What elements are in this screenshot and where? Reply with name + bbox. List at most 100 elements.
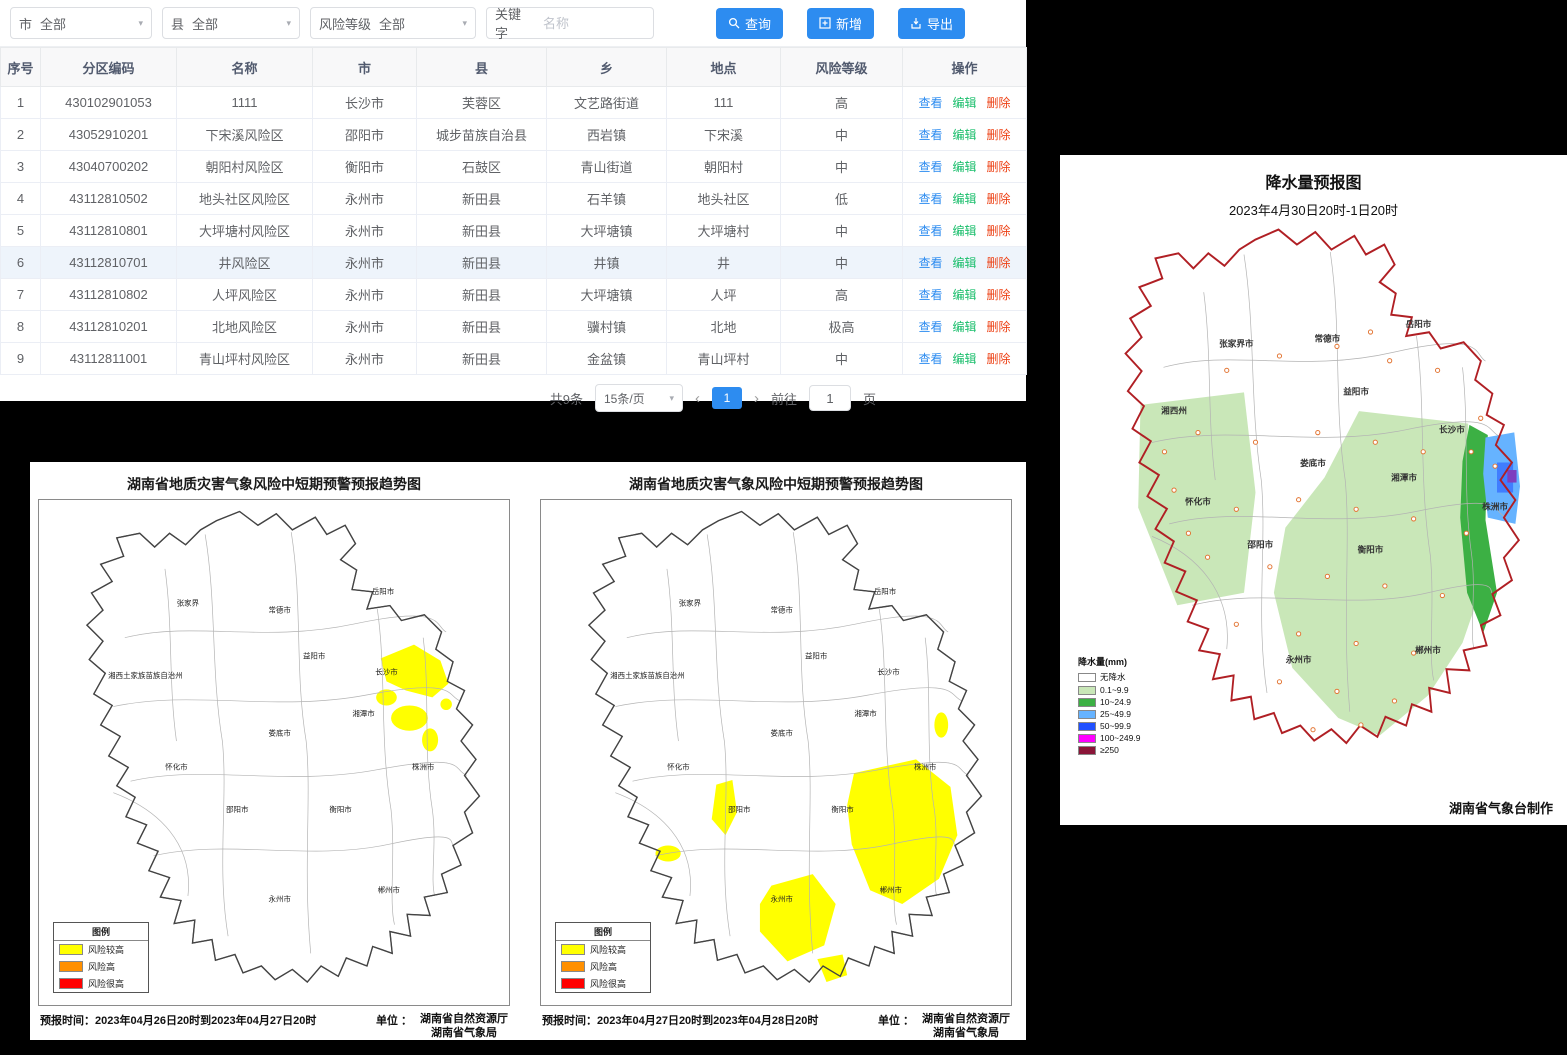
- current-page[interactable]: 1: [712, 387, 742, 409]
- risk-level-filter-select[interactable]: 风险等级 全部 ▾: [310, 7, 476, 39]
- action-edit[interactable]: 编辑: [952, 192, 976, 206]
- legend-label: 风险高: [88, 960, 115, 973]
- table-row: 943112811001青山坪村风险区永州市新田县金盆镇青山坪村中查看编辑删除: [1, 343, 1027, 375]
- add-button[interactable]: 新增: [807, 8, 874, 39]
- map-city-label: 娄底市: [1300, 457, 1326, 468]
- action-view[interactable]: 查看: [918, 352, 942, 366]
- map-city-label: 株洲市: [412, 762, 435, 772]
- table-cell: 西岩镇: [547, 119, 667, 151]
- trend-map-title: 湖南省地质灾害气象风险中短期预警预报趋势图: [540, 468, 1012, 499]
- table-cell: 井: [667, 247, 781, 279]
- unit-block: 单位 ： 湖南省自然资源厅 湖南省气象局: [878, 1012, 1010, 1041]
- action-view[interactable]: 查看: [918, 192, 942, 206]
- legend-items: 风险较高风险高风险很高: [54, 941, 148, 992]
- action-edit[interactable]: 编辑: [952, 96, 976, 110]
- prev-page-button[interactable]: ‹: [695, 390, 700, 407]
- unit-label: 单位 ：: [376, 1012, 412, 1041]
- station-marker: [1335, 344, 1339, 348]
- legend-swatch: [1078, 686, 1096, 695]
- table-cell: 青山坪村风险区: [177, 343, 313, 375]
- unit-line: 湖南省自然资源厅: [420, 1012, 508, 1026]
- legend-item: 10~24.9: [1078, 696, 1140, 708]
- goto-page-input[interactable]: [809, 385, 851, 411]
- action-edit[interactable]: 编辑: [952, 320, 976, 334]
- action-delete[interactable]: 删除: [987, 96, 1011, 110]
- action-edit[interactable]: 编辑: [952, 288, 976, 302]
- county-filter-value: 全部: [192, 14, 218, 33]
- station-marker: [1277, 680, 1281, 684]
- action-delete[interactable]: 删除: [987, 128, 1011, 142]
- station-marker: [1225, 368, 1229, 372]
- table-row: 743112810802人坪风险区永州市新田县大坪塘镇人坪高查看编辑删除: [1, 279, 1027, 311]
- keyword-input[interactable]: [541, 15, 645, 32]
- forecast-time: 预报时间：2023年04月27日20时到2023年04月28日20时: [542, 1012, 818, 1028]
- table-cell: 43112810701: [41, 247, 177, 279]
- rain-area-extreme: [1507, 470, 1516, 483]
- column-header: 分区编码: [41, 48, 177, 87]
- table-cell: 111: [667, 87, 781, 119]
- county-filter-select[interactable]: 县 全部 ▾: [162, 7, 300, 39]
- map-city-label: 郴州市: [1415, 644, 1441, 655]
- action-delete[interactable]: 删除: [987, 160, 1011, 174]
- next-page-button[interactable]: ›: [754, 390, 759, 407]
- total-count: 共9条: [550, 389, 583, 408]
- action-edit[interactable]: 编辑: [952, 256, 976, 270]
- unit-line: 湖南省自然资源厅: [922, 1012, 1010, 1026]
- action-delete[interactable]: 删除: [987, 288, 1011, 302]
- table-cell: 1111: [177, 87, 313, 119]
- action-edit[interactable]: 编辑: [952, 224, 976, 238]
- action-delete[interactable]: 删除: [987, 224, 1011, 238]
- risk-level-filter-label: 风险等级: [319, 14, 371, 33]
- chevron-down-icon: ▾: [138, 18, 143, 29]
- action-view[interactable]: 查看: [918, 128, 942, 142]
- row-actions: 查看编辑删除: [903, 279, 1027, 311]
- trend-map-card-2: 湖南省地质灾害气象风险中短期预警预报趋势图 张家界常德市岳阳市益阳市长沙市湘西土…: [540, 468, 1012, 1040]
- table-cell: 永州市: [313, 247, 417, 279]
- search-button[interactable]: 查询: [716, 8, 783, 39]
- map-city-label: 邵阳市: [1246, 539, 1273, 550]
- page-unit-label: 页: [863, 389, 876, 408]
- action-delete[interactable]: 删除: [987, 192, 1011, 206]
- station-marker: [1186, 531, 1190, 535]
- action-delete[interactable]: 删除: [987, 320, 1011, 334]
- column-header: 名称: [177, 48, 313, 87]
- export-button[interactable]: 导出: [898, 8, 965, 39]
- legend-label: 风险高: [590, 960, 617, 973]
- action-view[interactable]: 查看: [918, 96, 942, 110]
- station-marker: [1421, 450, 1425, 454]
- page-size-select[interactable]: 15条/页 ▾: [595, 384, 683, 412]
- city-filter-select[interactable]: 市 全部 ▾: [10, 7, 152, 39]
- map-city-label: 娄底市: [771, 727, 794, 737]
- keyword-field: 关键字: [486, 7, 654, 39]
- table-cell: 7: [1, 279, 41, 311]
- table-cell: 1: [1, 87, 41, 119]
- legend-swatch: [561, 978, 585, 989]
- risk-level-filter-value: 全部: [379, 14, 405, 33]
- action-edit[interactable]: 编辑: [952, 352, 976, 366]
- map-city-label: 长沙市: [375, 666, 398, 676]
- action-delete[interactable]: 删除: [987, 256, 1011, 270]
- action-view[interactable]: 查看: [918, 160, 942, 174]
- table-cell: 骥村镇: [547, 311, 667, 343]
- map-city-label: 郴州市: [880, 885, 903, 895]
- table-cell: 大坪塘镇: [547, 215, 667, 247]
- column-header: 市: [313, 48, 417, 87]
- table-cell: 青山坪村: [667, 343, 781, 375]
- map-city-label: 益阳市: [805, 650, 828, 660]
- search-icon: [728, 17, 740, 29]
- action-view[interactable]: 查看: [918, 320, 942, 334]
- action-view[interactable]: 查看: [918, 224, 942, 238]
- row-actions: 查看编辑删除: [903, 247, 1027, 279]
- map-city-label: 永州市: [1285, 654, 1312, 665]
- station-marker: [1205, 555, 1209, 559]
- station-marker: [1388, 359, 1392, 363]
- station-marker: [1493, 464, 1497, 468]
- filter-bar: 市 全部 ▾ 县 全部 ▾ 风险等级 全部 ▾ 关键字 查询: [0, 0, 1026, 47]
- action-delete[interactable]: 删除: [987, 352, 1011, 366]
- action-edit[interactable]: 编辑: [952, 128, 976, 142]
- table-cell: 人坪: [667, 279, 781, 311]
- action-view[interactable]: 查看: [918, 288, 942, 302]
- action-view[interactable]: 查看: [918, 256, 942, 270]
- action-edit[interactable]: 编辑: [952, 160, 976, 174]
- legend-swatch: [59, 944, 83, 955]
